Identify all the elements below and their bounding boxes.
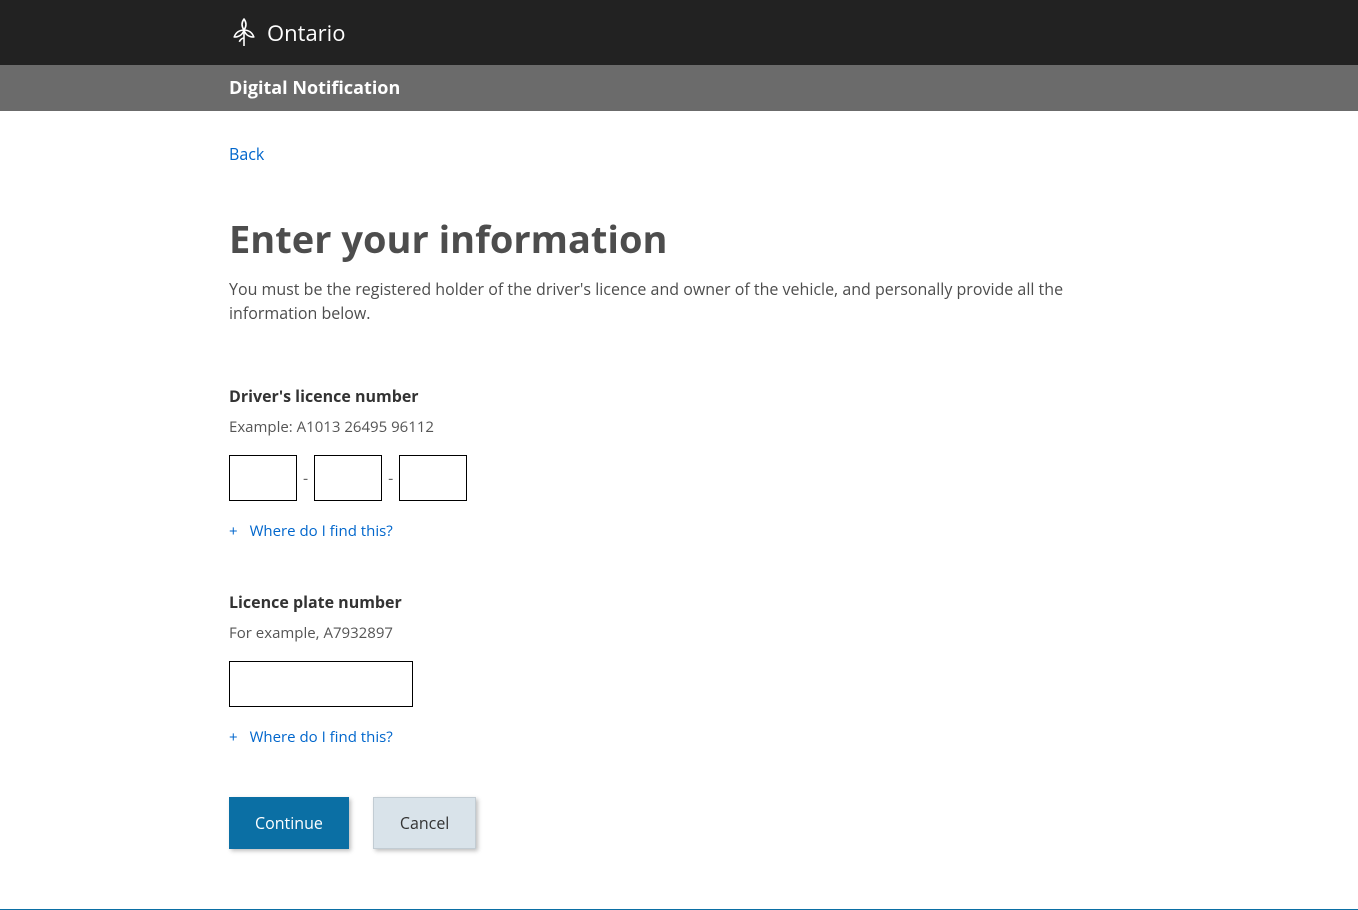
header-sub: Digital Notification [0, 65, 1358, 111]
page-title: Enter your information [229, 213, 1129, 265]
dln-part-3[interactable] [399, 455, 467, 501]
dln-example: Example: A1013 26495 96112 [229, 417, 1129, 437]
trillium-icon [229, 16, 259, 50]
dln-separator-1: - [303, 467, 308, 489]
plus-icon: + [229, 727, 238, 747]
brand-logo[interactable]: Ontario [229, 16, 1129, 50]
app-title: Digital Notification [229, 76, 1129, 100]
page-description: You must be the registered holder of the… [229, 277, 1129, 325]
plate-help-link[interactable]: + Where do I find this? [229, 727, 1129, 747]
dln-help-text: Where do I find this? [250, 521, 393, 541]
cancel-button[interactable]: Cancel [373, 797, 476, 849]
brand-text: Ontario [267, 18, 345, 48]
plus-icon: + [229, 521, 238, 541]
dln-part-1[interactable] [229, 455, 297, 501]
plate-label: Licence plate number [229, 591, 1129, 613]
dln-separator-2: - [388, 467, 393, 489]
dln-part-2[interactable] [314, 455, 382, 501]
plate-field-group: Licence plate number For example, A79328… [229, 591, 1129, 747]
back-link[interactable]: Back [229, 143, 264, 165]
dln-help-link[interactable]: + Where do I find this? [229, 521, 1129, 541]
dln-label: Driver's licence number [229, 385, 1129, 407]
continue-button[interactable]: Continue [229, 797, 349, 849]
plate-help-text: Where do I find this? [250, 727, 393, 747]
plate-example: For example, A7932897 [229, 623, 1129, 643]
button-row: Continue Cancel [229, 797, 1129, 849]
plate-input[interactable] [229, 661, 413, 707]
dln-field-group: Driver's licence number Example: A1013 2… [229, 385, 1129, 541]
dln-inputs: - - [229, 455, 1129, 501]
header-top: Ontario [0, 0, 1358, 65]
